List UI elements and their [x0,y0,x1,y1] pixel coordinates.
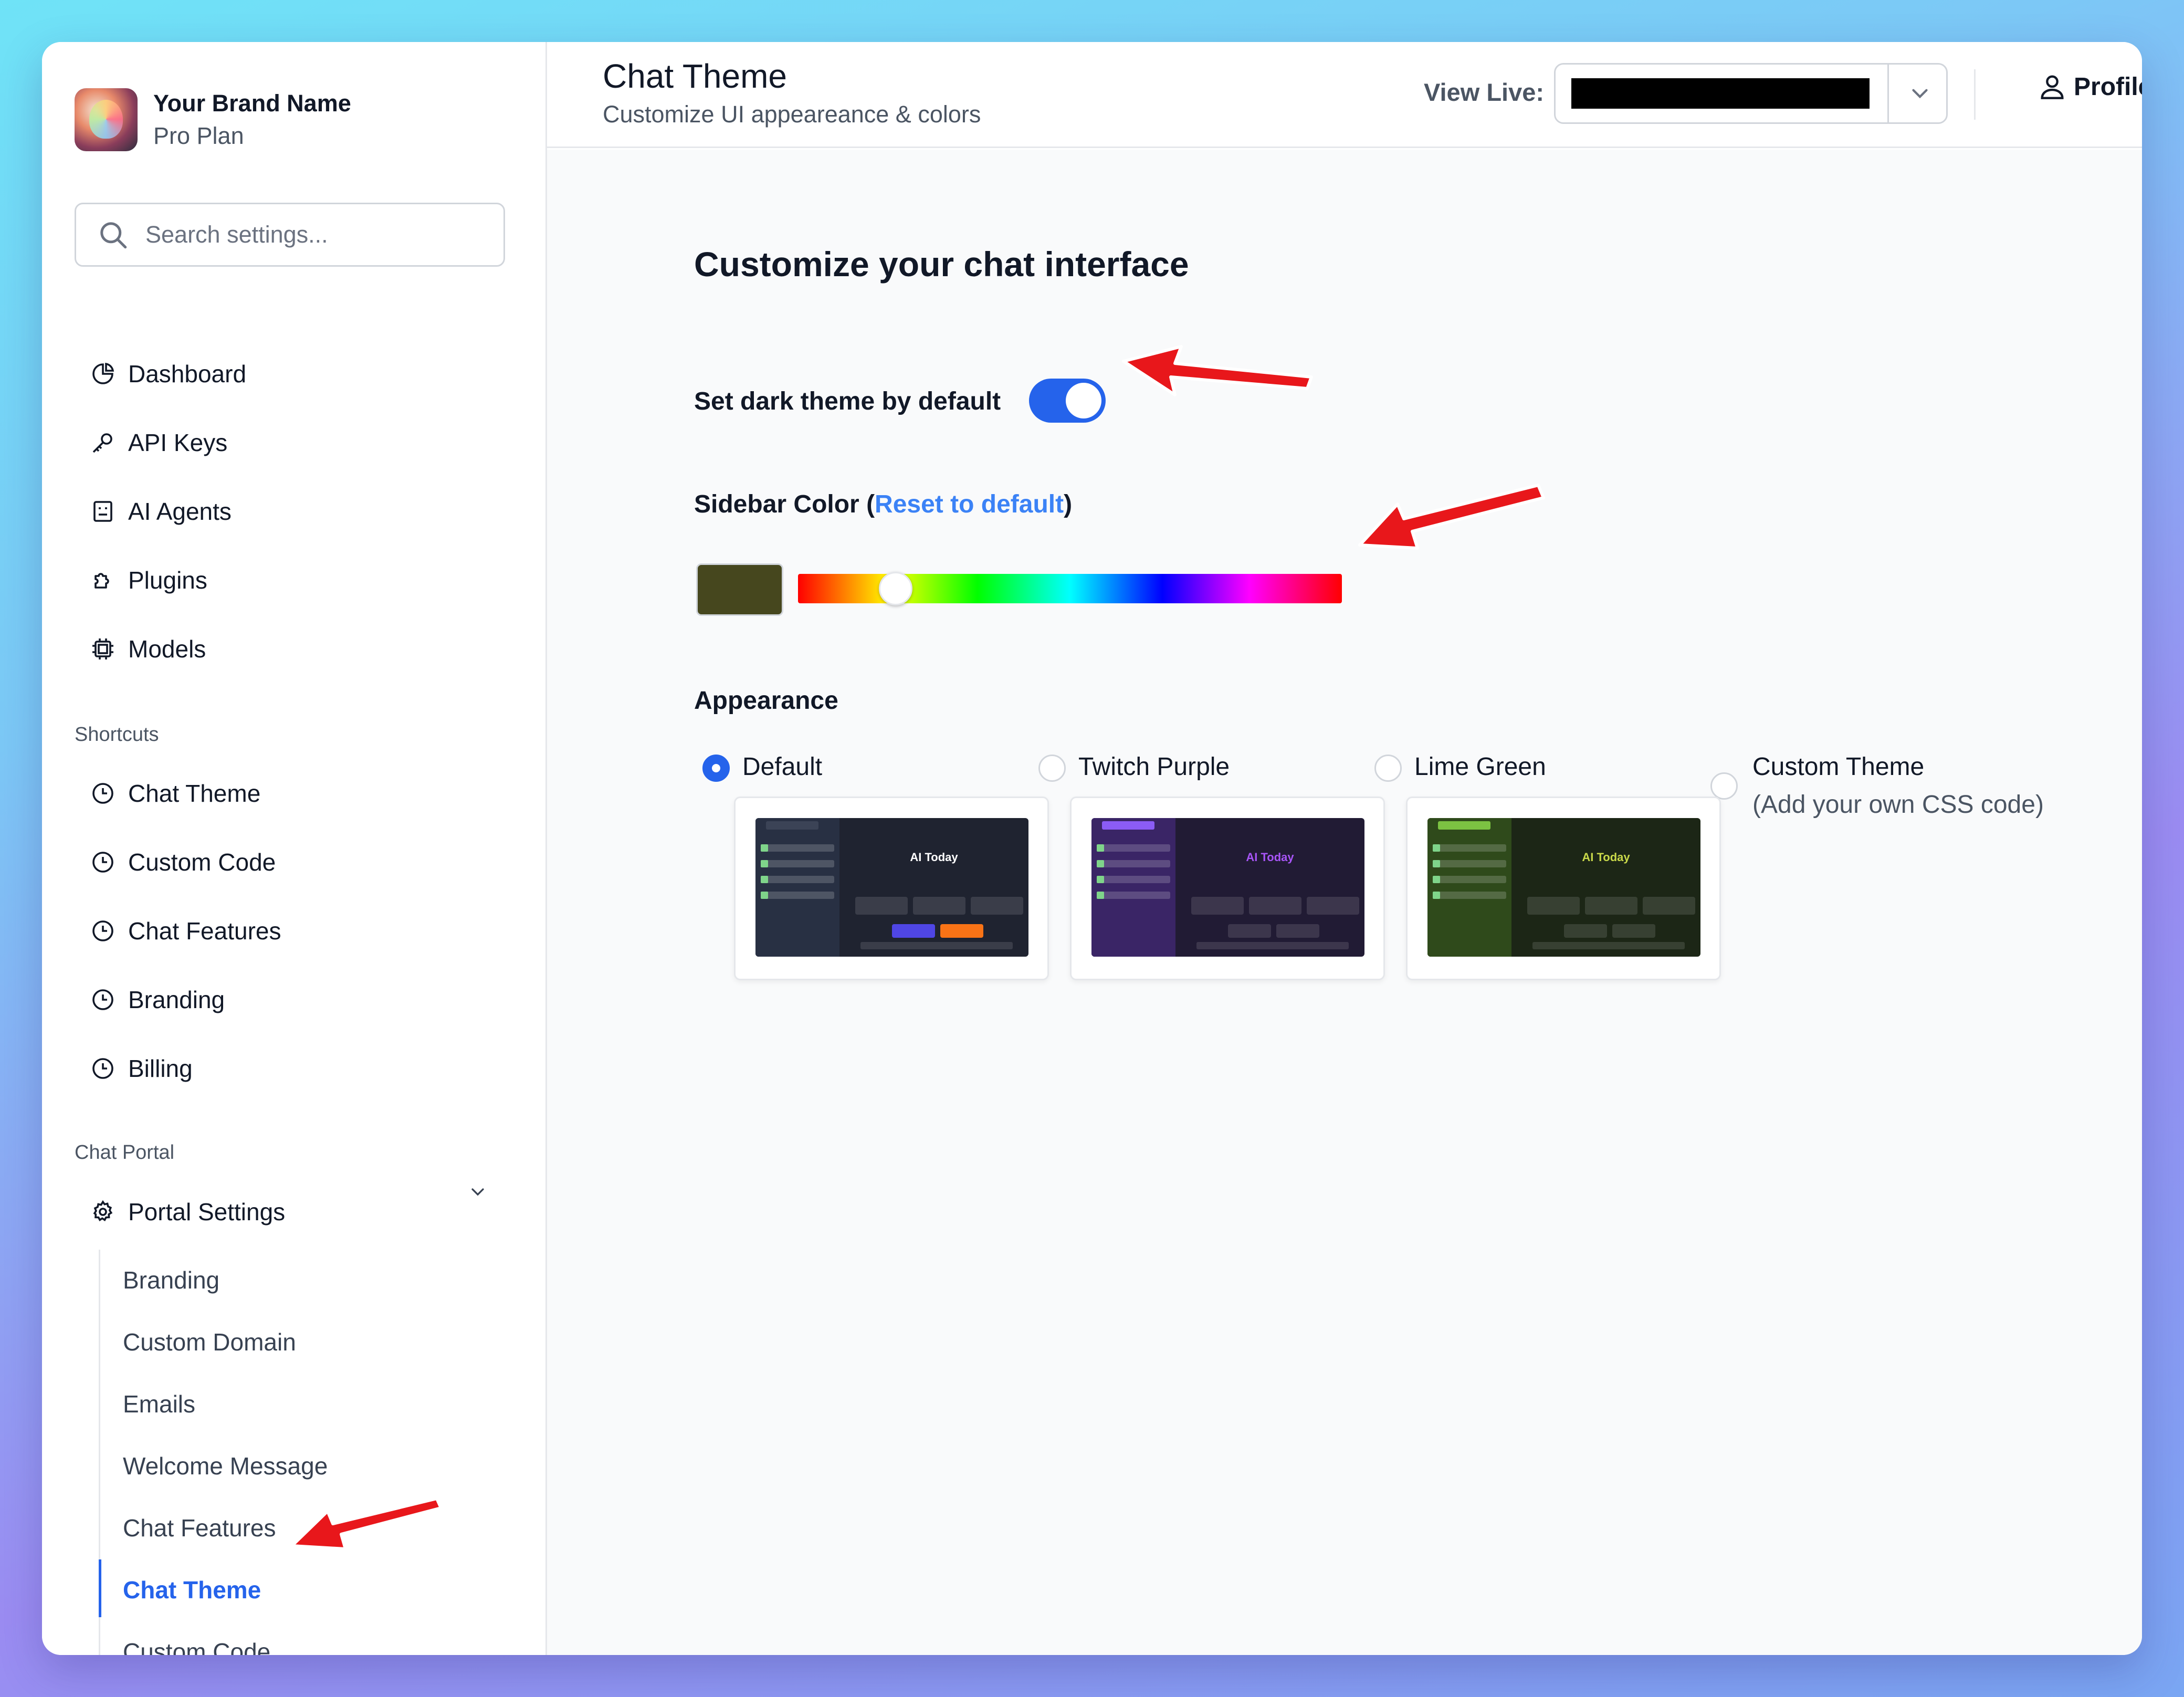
shortcut-chat-theme[interactable]: Chat Theme [75,770,260,817]
pie-chart-icon [92,362,114,384]
hue-slider-handle[interactable] [879,572,913,605]
portal-settings-toggle[interactable]: Portal Settings [75,1188,285,1235]
top-header: Chat Theme Customize UI appeareance & co… [547,42,2142,148]
paren-close: ) [1064,490,1073,518]
search-box[interactable] [75,203,505,267]
nav-item-ai-agents[interactable]: AI Agents [75,488,232,535]
portal-item-custom-code[interactable]: Custom Code [123,1631,270,1655]
preview-title: AI Today [1246,851,1294,864]
nav-item-plugins[interactable]: Plugins [75,557,207,604]
nav-label: Dashboard [128,360,247,387]
nav-item-dashboard[interactable]: Dashboard [75,350,246,397]
appearance-label: Appearance [694,687,838,715]
portal-item-custom-domain[interactable]: Custom Domain [123,1321,296,1363]
clock-icon [92,852,113,873]
radio-default[interactable] [702,755,730,782]
user-icon [2041,75,2064,99]
portal-settings-label: Portal Settings [128,1198,286,1225]
clock-icon [92,1058,113,1079]
section-label-shortcuts: Shortcuts [75,724,159,746]
theme-card-lime-green[interactable]: AI Today [1406,797,1721,980]
theme-sublabel-custom: (Add your own CSS code) [1752,791,2044,819]
theme-label-twitch-purple: Twitch Purple [1078,753,1230,781]
radio-twitch-purple[interactable] [1038,755,1066,782]
paren-open: ( [866,490,875,518]
nav-label: API Keys [128,429,228,456]
theme-preview-default: AI Today [755,818,1028,957]
nav-label: Plugins [128,567,207,594]
profile-label: Profile [2074,72,2142,101]
main-content: Customize your chat interface Set dark t… [547,150,2142,1655]
reset-to-default-link[interactable]: Reset to default [875,490,1064,518]
sidebar-color-text: Sidebar Color [694,490,859,518]
nav-label: AI Agents [128,498,232,525]
preview-title: AI Today [1582,851,1630,864]
shortcut-label: Chat Features [128,917,281,945]
dark-theme-toggle[interactable] [1029,379,1106,423]
portal-item-emails[interactable]: Emails [123,1383,195,1425]
nav-label: Models [128,635,206,663]
bot-icon [93,501,112,522]
select-divider [1887,65,1889,122]
nav-item-models[interactable]: Models [75,625,206,673]
portal-item-branding[interactable]: Branding [123,1259,219,1301]
brand-text: Your Brand Name Pro Plan [153,87,351,152]
view-live-select[interactable] [1554,63,1948,124]
section-heading: Customize your chat interface [694,245,1189,284]
section-label-chat-portal: Chat Portal [75,1141,175,1164]
chevron-down-icon[interactable] [1907,80,1933,107]
shortcut-label: Custom Code [128,848,276,876]
theme-label-custom: Custom Theme [1752,753,1925,781]
gear-icon [93,1200,113,1221]
theme-preview-twitch-purple: AI Today [1091,818,1364,957]
clock-icon [92,989,113,1010]
app-window: Your Brand Name Pro Plan Dashboard API K… [42,42,2142,1655]
view-live-value-redacted [1571,78,1870,109]
sidebar-color-label: Sidebar Color (Reset to default) [694,490,1072,519]
view-live-label: View Live: [1424,78,1545,106]
dark-theme-label: Set dark theme by default [694,387,1001,415]
brand[interactable]: Your Brand Name Pro Plan [75,87,351,152]
key-icon [92,433,112,453]
page-title: Chat Theme [603,57,787,95]
search-input[interactable] [144,221,480,249]
brand-name: Your Brand Name [153,90,351,117]
theme-card-default[interactable]: AI Today [734,797,1049,980]
theme-preview-lime-green: AI Today [1427,818,1700,957]
shortcut-label: Branding [128,986,225,1013]
header-divider [1974,69,1976,120]
theme-label-lime-green: Lime Green [1414,753,1546,781]
radio-custom-theme[interactable] [1710,772,1738,800]
page-subtitle: Customize UI appeareance & colors [603,101,981,128]
sidebar: Your Brand Name Pro Plan Dashboard API K… [42,42,547,1655]
shortcut-branding[interactable]: Branding [75,976,225,1023]
search-icon [100,222,127,249]
profile-button[interactable]: Profile [2037,71,2142,102]
radio-lime-green[interactable] [1374,755,1402,782]
puzzle-icon [94,573,109,589]
brand-plan: Pro Plan [153,122,244,149]
portal-item-welcome-message[interactable]: Welcome Message [123,1445,328,1487]
shortcut-billing[interactable]: Billing [75,1045,193,1092]
sidebar-color-swatch[interactable] [696,563,783,616]
shortcut-chat-features[interactable]: Chat Features [75,907,281,955]
brand-logo [75,88,138,151]
shortcut-label: Billing [128,1055,193,1082]
clock-icon [92,783,113,804]
shortcut-label: Chat Theme [128,780,261,807]
chevron-down-icon[interactable] [467,1181,488,1202]
portal-item-chat-features[interactable]: Chat Features [123,1507,276,1549]
shortcut-custom-code[interactable]: Custom Code [75,839,276,886]
portal-item-chat-theme[interactable]: Chat Theme [123,1569,261,1611]
clock-icon [92,920,113,941]
preview-title: AI Today [910,851,958,864]
nav-item-api-keys[interactable]: API Keys [75,419,227,466]
theme-label-default: Default [742,753,823,781]
cpu-icon [92,638,113,659]
theme-card-twitch-purple[interactable]: AI Today [1070,797,1385,980]
subnav-active-indicator [99,1559,101,1617]
